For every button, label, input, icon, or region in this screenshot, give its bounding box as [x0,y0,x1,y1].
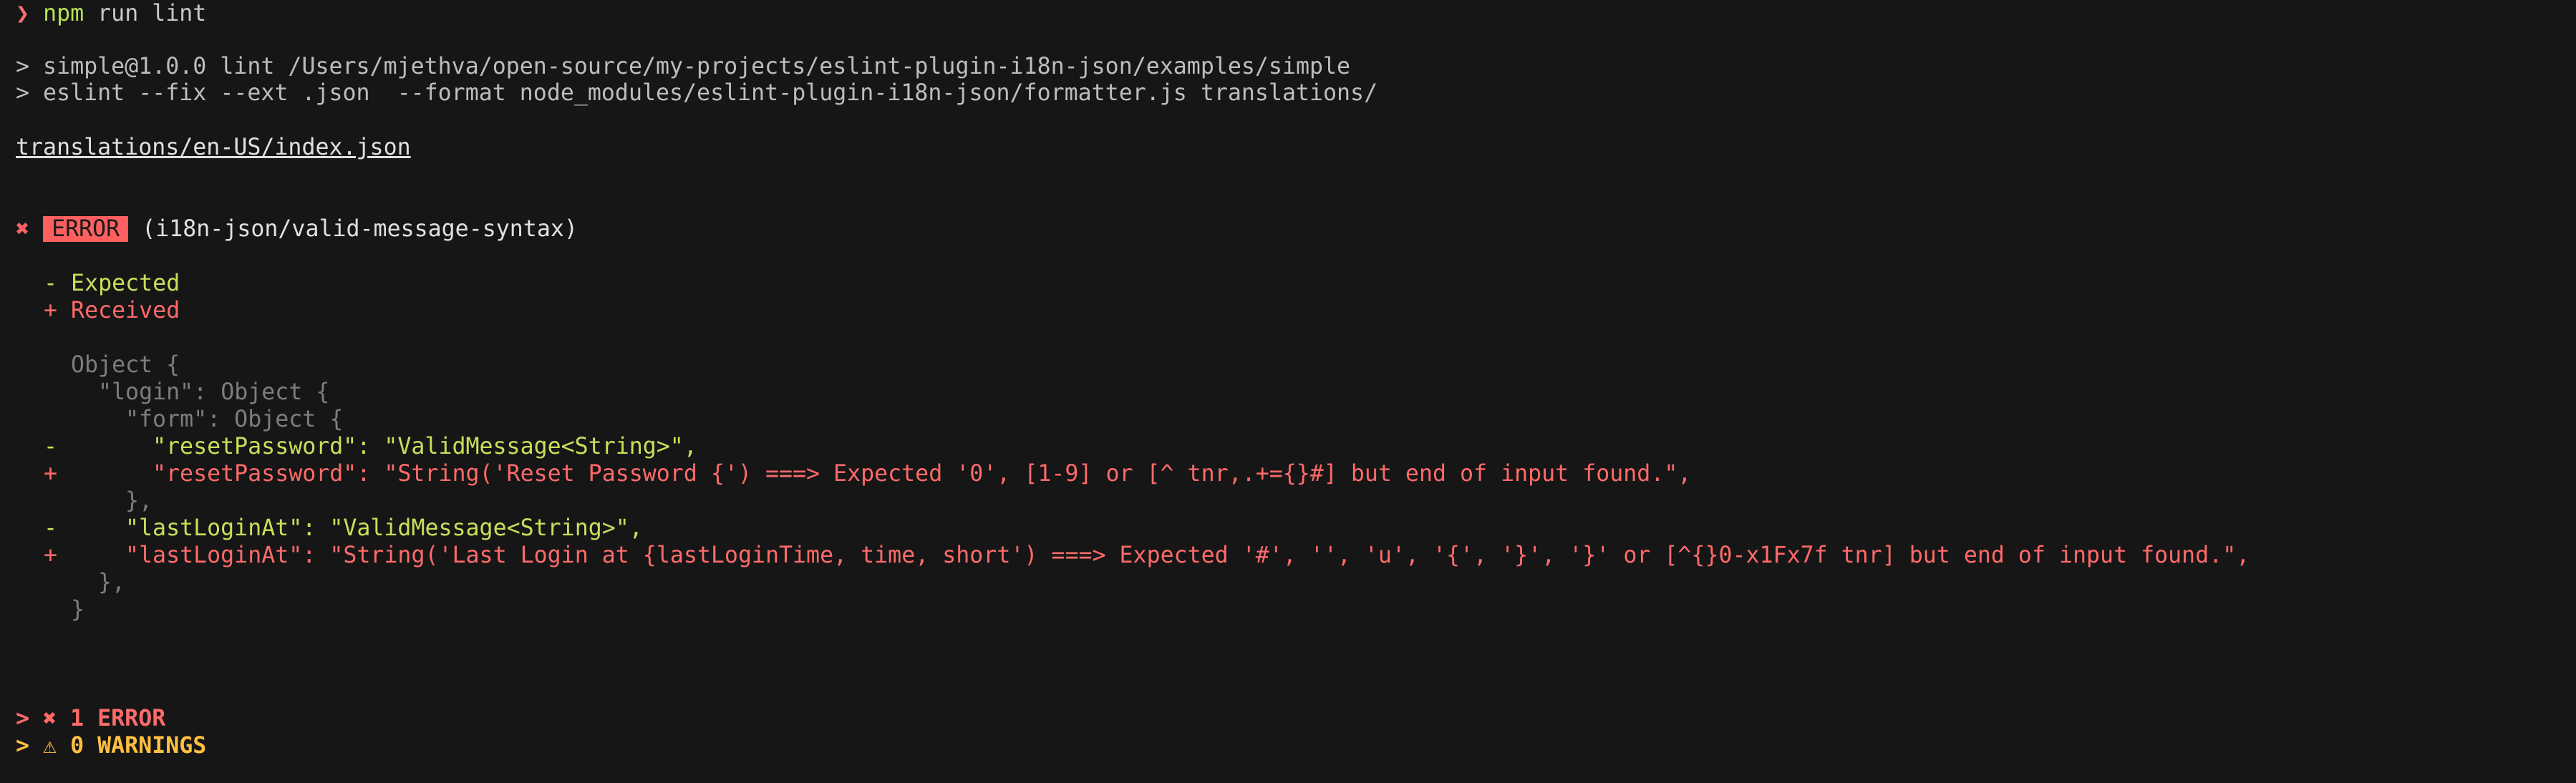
summary-warnings: > ⚠ 0 WARNINGS [16,733,207,759]
command-args: run lint [84,1,207,26]
rule-name: (i18n-json/valid-message-syntax) [142,216,578,242]
diff-reset-received: "resetPassword": "String('Reset Password… [152,461,1692,487]
diff-plus-marker: + [44,543,58,568]
diff-plus-marker: + [44,461,58,487]
command-line: ❯ npm run lint [16,0,206,27]
diff-last-received: "lastLoginAt": "String('Last Login at {l… [125,543,2250,568]
diff-minus-marker: - [44,515,58,541]
diff-minus-marker: - [44,434,58,459]
diff-close-object: } [71,597,85,623]
file-path: translations/en-US/index.json [16,135,411,160]
error-badge: ERROR [43,216,129,242]
script-info-line-1: > simple@1.0.0 lint /Users/mjethva/open-… [16,54,1351,79]
command-program: npm [43,1,84,26]
diff-form-key: "form": Object { [125,407,344,432]
prompt-arrow-icon: ❯ [16,1,30,26]
terminal-window[interactable]: ❯ npm run lint > simple@1.0.0 lint /User… [0,0,2576,783]
summary-errors: > ✖ 1 ERROR [16,706,166,731]
script-info-line-2: > eslint --fix --ext .json --format node… [16,80,1378,106]
legend-received: + Received [44,298,180,324]
diff-last-expected: "lastLoginAt": "ValidMessage<String>", [125,515,643,541]
diff-open-object: Object { [71,352,180,378]
error-header: ✖ ERROR (i18n-json/valid-message-syntax) [16,215,578,243]
diff-close-login: }, [98,570,126,595]
diff-close-form: }, [125,488,153,514]
error-x-icon: ✖ [16,216,30,242]
legend-expected: - Expected [44,271,180,296]
diff-login-key: "login": Object { [98,379,330,405]
diff-reset-expected: "resetPassword": "ValidMessage<String>", [152,434,697,459]
